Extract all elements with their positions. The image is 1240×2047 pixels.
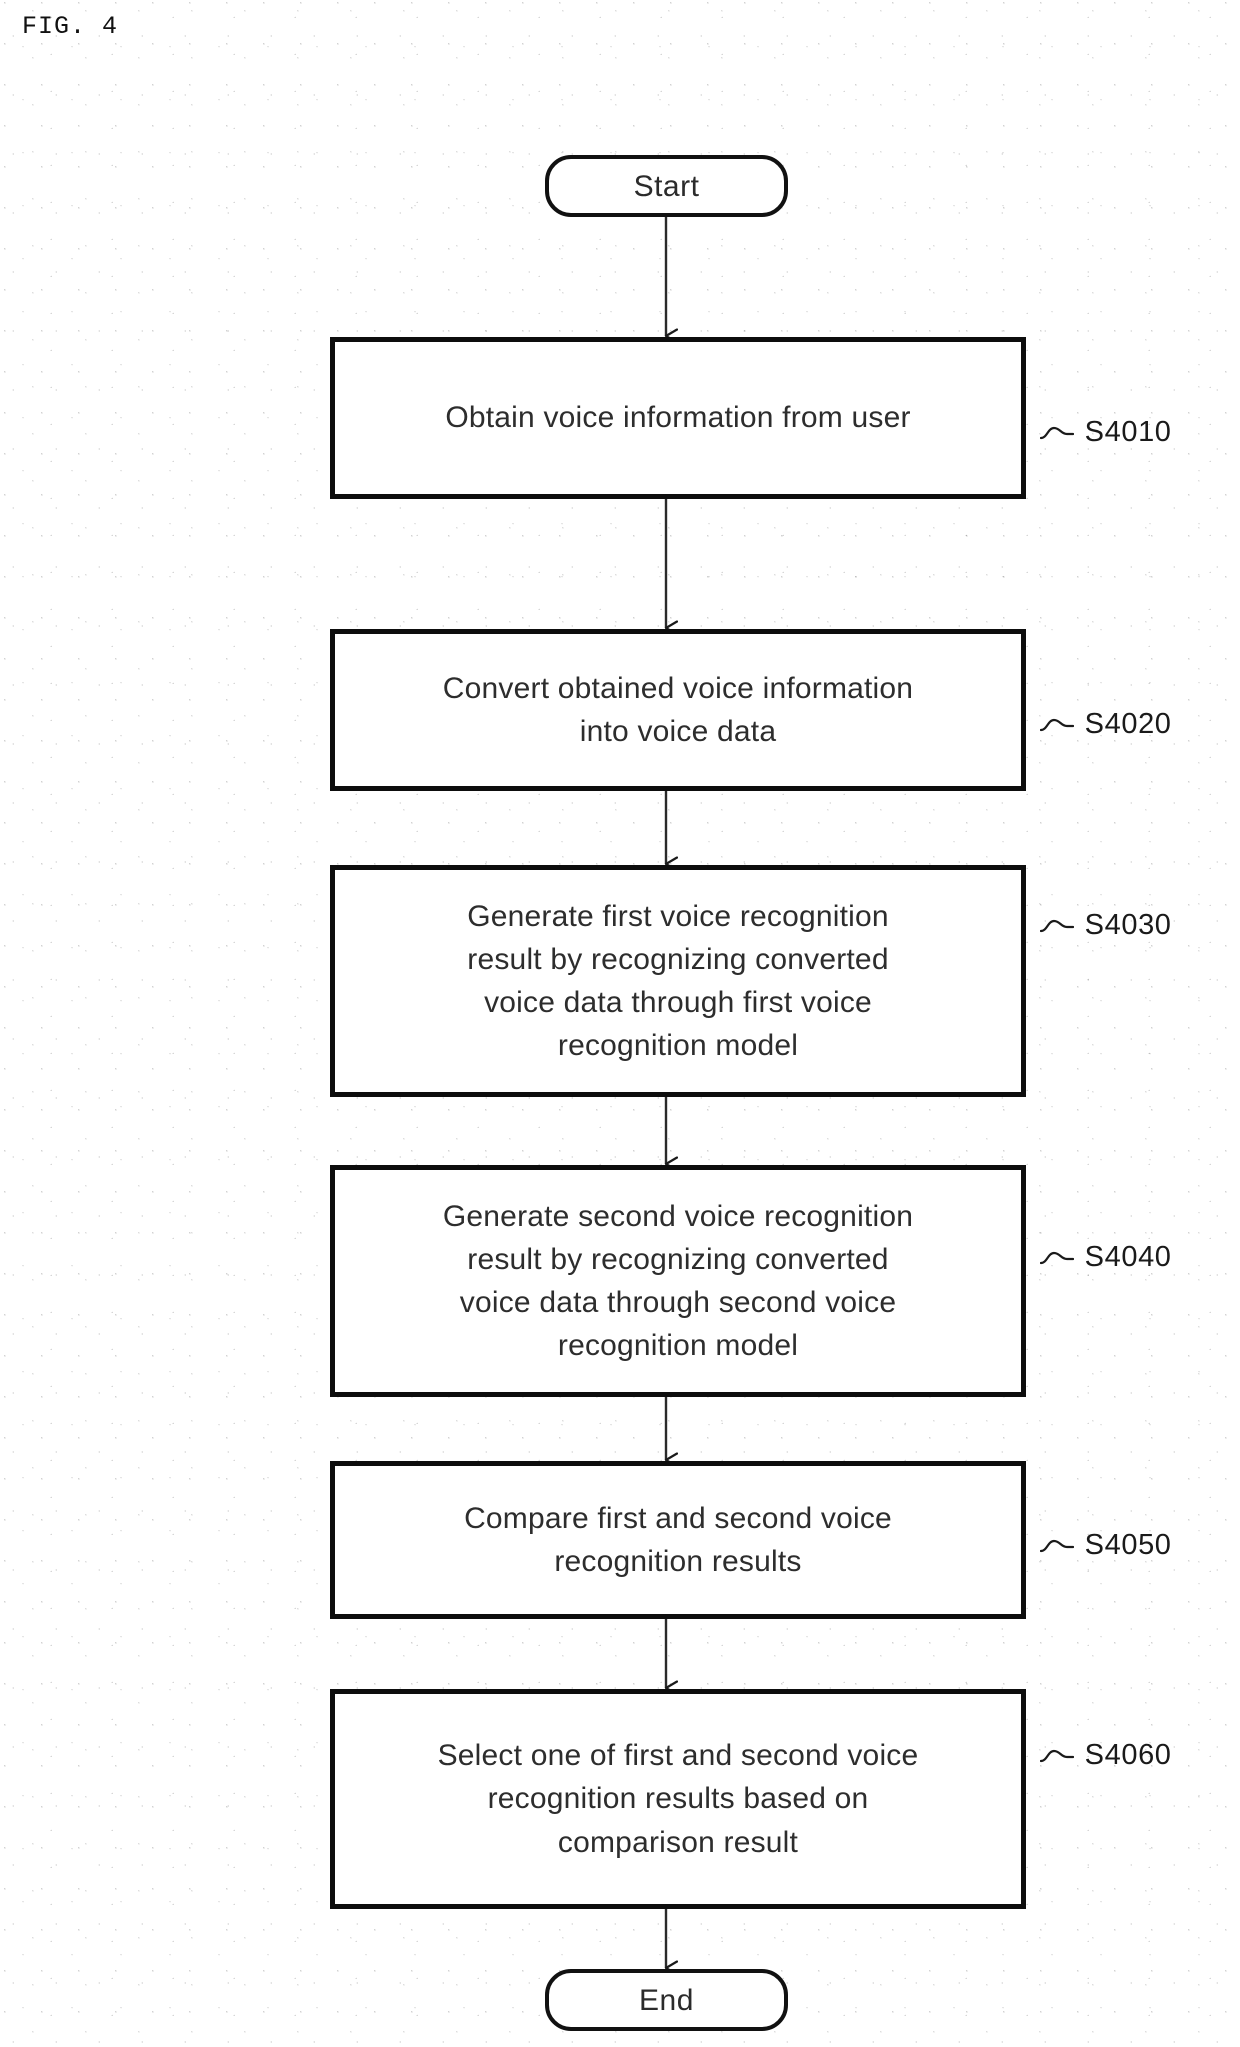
step-ref-s4060: S4060 xyxy=(1040,1738,1172,1772)
node-end[interactable]: End xyxy=(545,1969,788,2031)
step-ref-s4040: S4040 xyxy=(1040,1240,1172,1274)
node-s4060-label: Select one of first and second voice rec… xyxy=(437,1739,919,1859)
node-start[interactable]: Start xyxy=(545,155,788,217)
step-ref-s4030: S4030 xyxy=(1040,908,1172,942)
leader-line-icon xyxy=(1040,920,1074,933)
node-start-label: Start xyxy=(633,169,700,203)
step-ref-s4040-code: S4040 xyxy=(1084,1240,1172,1273)
leader-line-icon xyxy=(1040,1750,1074,1763)
leader-line-icon xyxy=(1040,1540,1074,1553)
step-ref-s4030-code: S4030 xyxy=(1084,908,1172,941)
node-s4030[interactable]: Generate first voice recognition result … xyxy=(330,865,1026,1097)
step-ref-s4010: S4010 xyxy=(1040,415,1172,449)
step-ref-s4060-code: S4060 xyxy=(1084,1738,1172,1771)
step-ref-s4050-code: S4050 xyxy=(1084,1528,1172,1561)
node-s4040-label: Generate second voice recognition result… xyxy=(442,1199,914,1363)
node-s4050-label: Compare first and second voice recogniti… xyxy=(464,1501,892,1578)
node-s4020[interactable]: Convert obtained voice information into … xyxy=(330,629,1026,791)
leader-line-icon xyxy=(1040,1252,1074,1265)
node-s4020-label: Convert obtained voice information into … xyxy=(442,671,914,748)
node-s4030-label: Generate first voice recognition result … xyxy=(467,899,889,1063)
node-end-label: End xyxy=(639,1983,694,2017)
figure-title: FIG. 4 xyxy=(22,12,119,41)
leader-line-icon xyxy=(1040,427,1074,440)
step-ref-s4010-code: S4010 xyxy=(1084,415,1172,448)
node-s4060[interactable]: Select one of first and second voice rec… xyxy=(330,1689,1026,1909)
figure-page: FIG. 4 Start Obtain voice information fr… xyxy=(0,0,1240,2047)
node-s4010-label: Obtain voice information from user xyxy=(445,401,911,435)
node-s4010[interactable]: Obtain voice information from user xyxy=(330,337,1026,499)
step-ref-s4050: S4050 xyxy=(1040,1528,1172,1562)
step-ref-s4020: S4020 xyxy=(1040,707,1172,741)
node-s4050[interactable]: Compare first and second voice recogniti… xyxy=(330,1461,1026,1619)
step-ref-s4020-code: S4020 xyxy=(1084,707,1172,740)
node-s4040[interactable]: Generate second voice recognition result… xyxy=(330,1165,1026,1397)
leader-line-icon xyxy=(1040,719,1074,732)
